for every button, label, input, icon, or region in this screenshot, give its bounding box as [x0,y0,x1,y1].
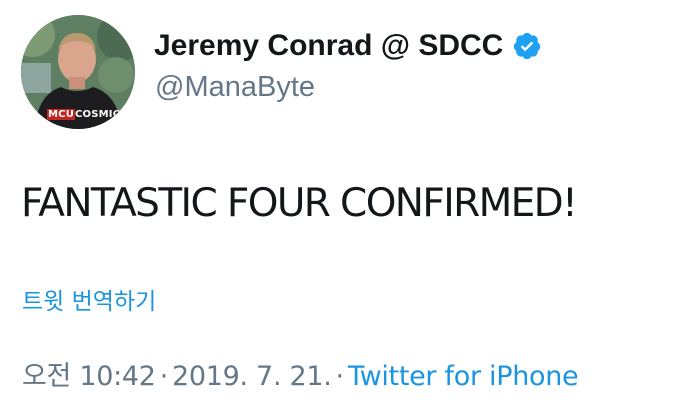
author-name-row: Jeremy Conrad @ SDCC [154,28,542,64]
tweet: MCUCOSMIC Jeremy Conrad @ SDCC @ManaByte… [0,0,699,406]
translate-tweet-link[interactable]: 트윗 번역하기 [22,287,156,317]
tweet-source-link[interactable]: Twitter for iPhone [348,361,579,392]
tweet-meta: 오전 10:42 · 2019. 7. 21. · Twitter for iPhone [22,359,579,395]
shirt-text-mcu: MCU [47,109,76,120]
meta-separator: · [159,361,169,392]
shirt-print: MCUCOSMIC [47,109,120,120]
avatar[interactable]: MCUCOSMIC [21,15,135,129]
meta-separator: · [335,361,345,392]
tweet-date[interactable]: 2019. 7. 21. [172,361,332,392]
tweet-time[interactable]: 오전 10:42 [22,361,156,392]
user-handle[interactable]: @ManaByte [155,69,315,105]
tweet-text: FANTASTIC FOUR CONFIRMED! [21,181,578,226]
shirt-text-cosmic: COSMIC [75,109,121,120]
verified-badge-icon [512,31,542,61]
display-name[interactable]: Jeremy Conrad @ SDCC [154,28,503,64]
